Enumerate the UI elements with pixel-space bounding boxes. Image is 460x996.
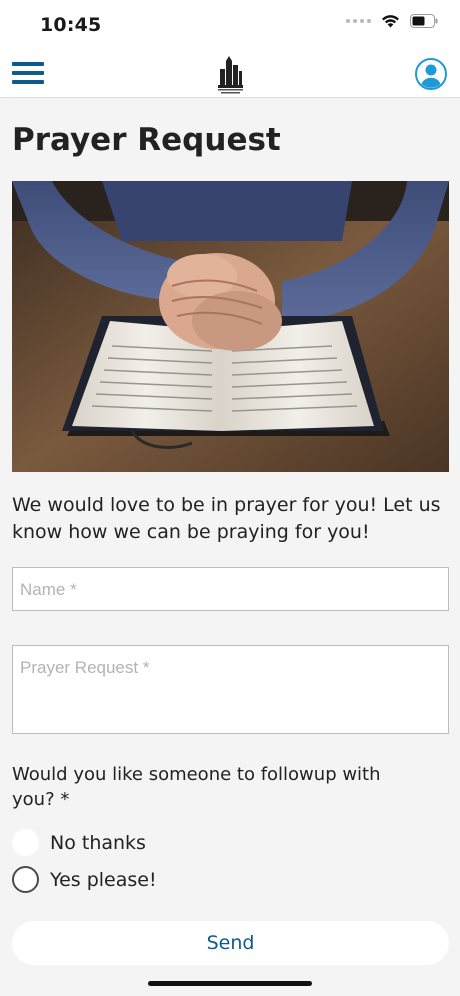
prayer-request-placeholder: Prayer Request * (20, 658, 150, 677)
status-icons (346, 14, 438, 28)
send-button[interactable]: Send (12, 921, 449, 965)
menu-icon[interactable] (12, 62, 44, 86)
radio-circle-icon[interactable] (12, 829, 39, 856)
profile-icon[interactable] (415, 58, 447, 90)
followup-question: Would you like someone to followup with … (12, 764, 381, 810)
praying-hands-image (12, 181, 449, 472)
radio-no-thanks[interactable]: No thanks (12, 829, 146, 856)
status-time: 10:45 (40, 14, 102, 36)
nav-bar (0, 50, 460, 98)
wifi-icon (381, 14, 400, 28)
battery-icon (410, 14, 438, 28)
intro-text: We would love to be in prayer for you! L… (12, 494, 441, 543)
radio-yes-please[interactable]: Yes please! (12, 866, 157, 893)
radio-label: Yes please! (50, 868, 157, 891)
prayer-request-field[interactable]: Prayer Request * (12, 645, 449, 734)
name-placeholder: Name * (20, 580, 77, 599)
signal-icon (346, 19, 371, 23)
home-indicator (148, 981, 312, 986)
radio-circle-icon[interactable] (12, 866, 39, 893)
radio-label: No thanks (50, 831, 146, 854)
page-title: Prayer Request (12, 122, 281, 158)
church-logo[interactable] (214, 55, 246, 95)
status-bar: 10:45 (0, 0, 460, 50)
name-field[interactable]: Name * (12, 567, 449, 611)
